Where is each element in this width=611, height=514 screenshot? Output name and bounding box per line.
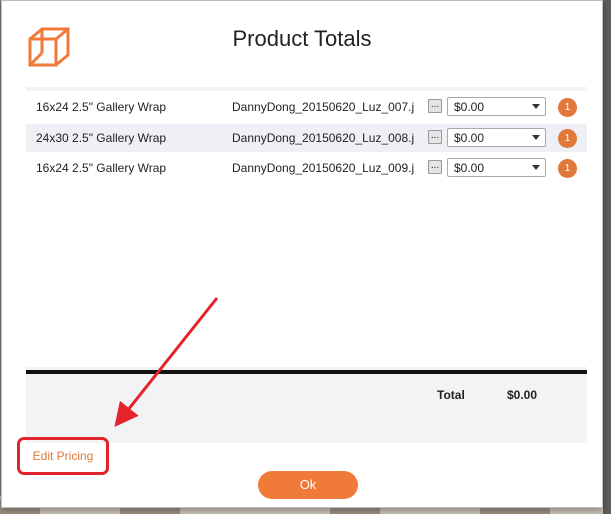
annotation-arrow xyxy=(114,297,219,428)
